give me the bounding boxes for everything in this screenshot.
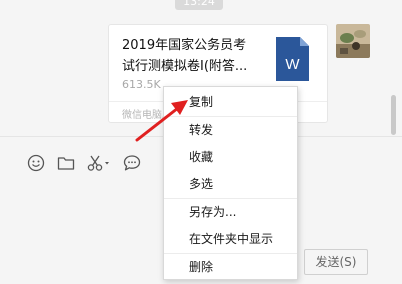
file-name: 2019年国家公务员考 试行测模拟卷I(附答... xyxy=(122,35,267,77)
chat-bubble-icon[interactable] xyxy=(122,153,142,173)
menu-item-multiselect[interactable]: 多选 xyxy=(164,171,297,197)
user-avatar[interactable] xyxy=(336,24,370,58)
chat-scrollbar[interactable] xyxy=(391,95,396,135)
message-timestamp: 13:24 xyxy=(175,0,223,10)
menu-item-delete[interactable]: 删除 xyxy=(164,254,297,280)
menu-item-forward[interactable]: 转发 xyxy=(164,117,297,143)
file-size: 613.5K xyxy=(122,78,161,91)
folder-icon[interactable] xyxy=(56,153,76,173)
word-document-icon: W xyxy=(276,37,309,81)
menu-item-copy[interactable]: 复制 xyxy=(164,89,297,115)
send-button[interactable]: 发送(S) xyxy=(304,249,368,275)
menu-item-favorite[interactable]: 收藏 xyxy=(164,144,297,170)
menu-item-save-as[interactable]: 另存为... xyxy=(164,199,297,225)
menu-item-show-in-folder[interactable]: 在文件夹中显示 xyxy=(164,226,297,252)
file-name-line2: 试行测模拟卷I(附答... xyxy=(122,59,248,74)
emoji-icon[interactable] xyxy=(26,153,46,173)
scissors-icon[interactable] xyxy=(86,153,112,173)
file-name-line1: 2019年国家公务员考 xyxy=(122,38,247,53)
word-icon-letter: W xyxy=(285,56,300,73)
context-menu: 复制 转发 收藏 多选 另存为... 在文件夹中显示 删除 xyxy=(163,86,298,280)
